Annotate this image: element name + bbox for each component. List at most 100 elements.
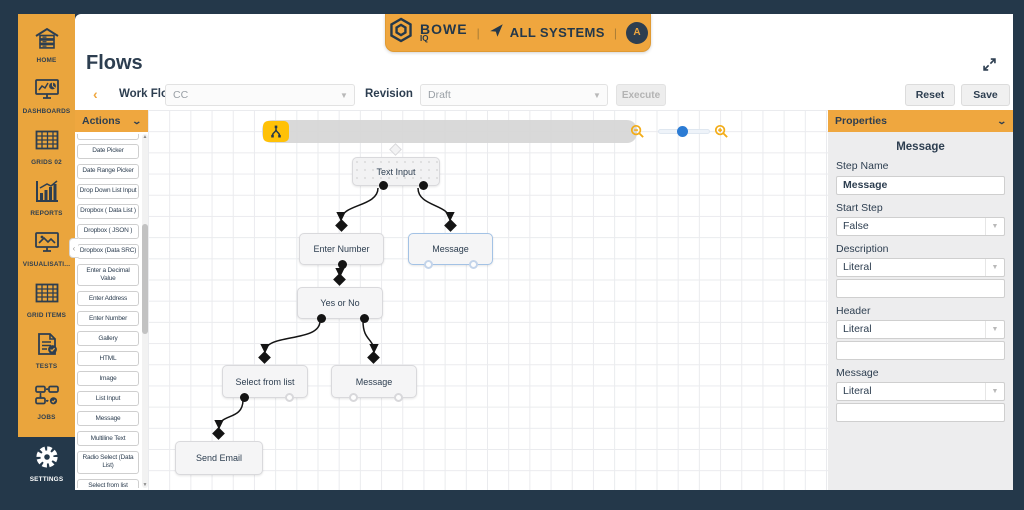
action-item-dropbox-data-list[interactable]: Dropbox ( Data List ) [77, 204, 139, 219]
action-item-message[interactable]: Message [77, 411, 139, 426]
start-step-select[interactable]: False ▼ [836, 217, 1005, 236]
zoom-in-icon[interactable] [714, 124, 729, 144]
action-item-image[interactable]: Image [77, 371, 139, 386]
flow-edge-select-list-to-send-email [219, 400, 243, 428]
back-chevron-icon[interactable]: ‹ [93, 86, 98, 102]
action-item-dropbox-json[interactable]: Dropbox ( JSON ) [77, 224, 139, 239]
revision-select[interactable]: Draft ▼ [420, 84, 608, 106]
action-item-radio-select-data-list[interactable]: Radio Select (Data List) [77, 451, 139, 473]
revision-label: Revision [365, 88, 413, 100]
flow-canvas[interactable]: Text Input Enter Number Message Yes or No Se… [148, 110, 828, 490]
visualisation-icon [34, 230, 60, 259]
sidebar-item-label: DASHBOARDS [23, 108, 71, 115]
action-item-date-range-picker[interactable]: Date Range Picker [77, 164, 139, 179]
chevron-down-icon: ⌄ [997, 116, 1008, 127]
step-name-input[interactable] [836, 176, 1005, 195]
zoom-slider-thumb[interactable] [677, 126, 688, 137]
node-label: Send Email [196, 453, 242, 463]
header-text-input[interactable] [836, 341, 1005, 360]
action-item-drop-down-list-input[interactable]: Drop Down List Input [77, 184, 139, 199]
action-item-multiline-text[interactable]: Multiline Text [77, 431, 139, 446]
flow-node-send-email[interactable]: Send Email [175, 441, 263, 475]
action-item-list-input[interactable]: List Input [77, 391, 139, 406]
grid-items-icon [34, 281, 60, 310]
select-value: Literal [837, 323, 872, 335]
action-item-enter-address[interactable]: Enter Address [77, 291, 139, 306]
branch-icon[interactable] [263, 121, 289, 142]
sidebar-item-dashboards[interactable]: DASHBOARDS [18, 77, 75, 115]
output-port-hollow-gray-icon[interactable] [285, 393, 294, 402]
sidebar-item-label: GRID ITEMS [27, 312, 66, 319]
collapse-panel-tab[interactable]: ‹ [69, 238, 78, 258]
node-label: Message [356, 377, 393, 387]
action-item-html[interactable]: HTML [77, 351, 139, 366]
action-item-partial[interactable] [77, 134, 139, 140]
select-value: False [837, 220, 869, 232]
execute-button[interactable]: Execute [616, 84, 666, 106]
field-label-start-step: Start Step [836, 202, 1005, 214]
sidebar-item-tests[interactable]: TESTS [18, 332, 75, 370]
reset-button[interactable]: Reset [905, 84, 955, 106]
flow-node-select-list[interactable]: Select from list [222, 365, 308, 398]
properties-panel-header[interactable]: Properties ⌄ [828, 110, 1013, 132]
chevron-down-icon: ▼ [985, 383, 1004, 400]
output-port-hollow-gray-icon[interactable] [394, 393, 403, 402]
field-label-description: Description [836, 243, 1005, 255]
sidebar-item-grids-02[interactable]: GRIDS 02 [18, 128, 75, 166]
chevron-down-icon: ▼ [334, 91, 354, 100]
flow-node-enter-number[interactable]: Enter Number [299, 233, 384, 265]
input-port-diamond-icon [212, 427, 225, 440]
sidebar-item-home[interactable]: HOME [18, 26, 75, 64]
header-select[interactable]: Literal ▼ [836, 320, 1005, 339]
flow-toolbar: ‹ Work Flows CC ▼ Revision Draft ▼ Execu… [75, 84, 1013, 108]
action-item-enter-number[interactable]: Enter Number [77, 311, 139, 326]
output-port-hollow-blue-icon[interactable] [469, 260, 478, 269]
description-text-input[interactable] [836, 279, 1005, 298]
save-button[interactable]: Save [961, 84, 1010, 106]
description-select[interactable]: Literal ▼ [836, 258, 1005, 277]
output-port-hollow-blue-icon[interactable] [424, 260, 433, 269]
action-item-select-from-list[interactable]: Select from list [77, 479, 139, 489]
expand-icon[interactable] [983, 58, 996, 76]
message-select[interactable]: Literal ▼ [836, 382, 1005, 401]
output-port-dot-icon[interactable] [419, 181, 428, 190]
output-port-dot-icon[interactable] [379, 181, 388, 190]
flow-node-message-2[interactable]: Message [331, 365, 417, 398]
output-port-dot-icon[interactable] [240, 393, 249, 402]
avatar[interactable]: A [626, 22, 648, 44]
revision-value: Draft [428, 89, 451, 101]
sidebar-item-settings[interactable]: SETTINGS [18, 437, 75, 490]
properties-title: Properties [835, 115, 887, 127]
output-port-hollow-gray-icon[interactable] [349, 393, 358, 402]
badge-divider: | [477, 26, 480, 40]
sidebar-item-label: VISUALISATI... [23, 261, 70, 268]
system-selector[interactable]: ALL SYSTEMS [489, 23, 605, 43]
zoom-out-icon[interactable] [630, 124, 645, 144]
actions-panel-header[interactable]: Actions ⌄ [75, 110, 148, 132]
message-text-input[interactable] [836, 403, 1005, 422]
flow-node-text-input[interactable]: Text Input [352, 157, 440, 186]
input-port-diamond-icon [367, 351, 380, 364]
action-item-dropbox-data-src[interactable]: Dropbox (Data SRC) [77, 244, 139, 259]
sidebar-item-label: REPORTS [30, 210, 62, 217]
action-item-date-picker[interactable]: Date Picker [77, 144, 139, 159]
output-port-dot-icon[interactable] [338, 260, 347, 269]
sidebar-item-visualisati[interactable]: VISUALISATI... [18, 230, 75, 268]
input-port-diamond-icon [333, 273, 346, 286]
workflows-select[interactable]: CC ▼ [165, 84, 355, 106]
flow-edges [148, 110, 828, 490]
field-label-header: Header [836, 305, 1005, 317]
output-port-dot-icon[interactable] [360, 314, 369, 323]
zoom-slider[interactable] [658, 129, 710, 134]
action-item-gallery[interactable]: Gallery [77, 331, 139, 346]
output-port-dot-icon[interactable] [317, 314, 326, 323]
actions-title: Actions [82, 115, 121, 127]
sidebar-item-jobs[interactable]: JOBS [18, 383, 75, 421]
sidebar-item-grid-items[interactable]: GRID ITEMS [18, 281, 75, 319]
jobs-icon [34, 383, 60, 412]
flow-node-yes-or-no[interactable]: Yes or No [297, 287, 383, 319]
action-item-enter-a-decimal-value[interactable]: Enter a Decimal Value [77, 264, 139, 286]
input-port-diamond-icon [335, 219, 348, 232]
sidebar-item-reports[interactable]: REPORTS [18, 179, 75, 217]
flow-node-message-1[interactable]: Message [408, 233, 493, 265]
